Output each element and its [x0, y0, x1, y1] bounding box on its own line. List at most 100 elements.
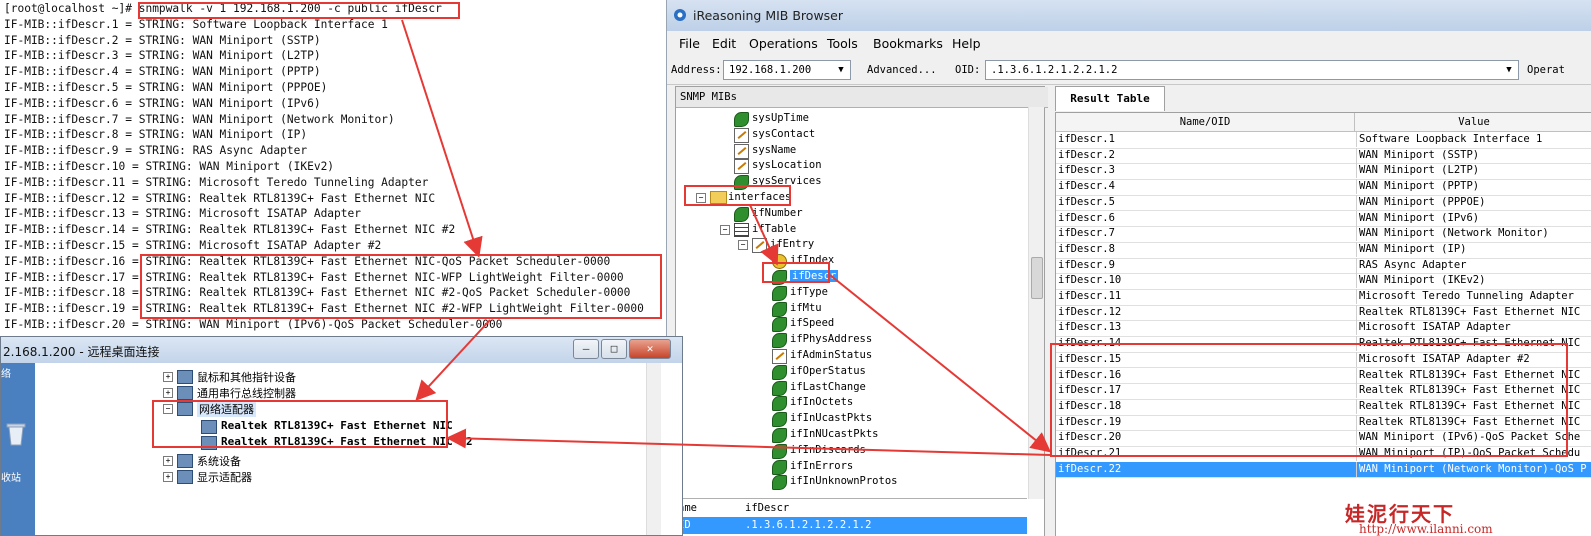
terminal-output-line: IF-MIB::ifDescr.9 = STRING: RAS Async Ad…: [4, 144, 307, 158]
tree-node-ifindex[interactable]: ifIndex: [676, 253, 1026, 270]
device-tree-item[interactable]: + 显示适配器: [141, 469, 641, 484]
minimize-button[interactable]: –: [573, 339, 599, 359]
maximize-button[interactable]: □: [601, 339, 627, 359]
cell-name-oid: ifDescr.1: [1058, 133, 1115, 145]
collapse-toggle-icon[interactable]: −: [738, 240, 748, 251]
table-row[interactable]: ifDescr.8 WAN Miniport (IP): [1056, 241, 1591, 259]
device-tree-item[interactable]: + 通用串行总线控制器: [141, 385, 641, 400]
terminal-output-line: IF-MIB::ifDescr.15 = STRING: Microsoft I…: [4, 239, 381, 253]
tree-node-label: sysLocation: [752, 159, 822, 172]
leaf-icon: [772, 301, 787, 317]
tree-node-ifinunknownprotos[interactable]: ifInUnknownProtos: [676, 474, 1026, 491]
cell-name-oid: ifDescr.4: [1058, 180, 1115, 193]
table-row[interactable]: ifDescr.6 WAN Miniport (IPv6): [1056, 210, 1591, 228]
menu-operations[interactable]: Operations: [749, 36, 818, 51]
tree-node-syscontact[interactable]: sysContact: [676, 127, 1026, 143]
edit-icon: [772, 349, 787, 364]
address-combobox[interactable]: 192.168.1.200 ▼: [723, 60, 851, 80]
tree-node-iftype[interactable]: ifType: [676, 285, 1026, 301]
tree-node-label: ifInDiscards: [790, 443, 866, 456]
recycle-bin-icon[interactable]: [5, 421, 27, 447]
tree-node-ifindiscards[interactable]: ifInDiscards: [676, 443, 1026, 459]
tree-scroll-thumb[interactable]: [1031, 257, 1043, 299]
advanced-button[interactable]: Advanced...: [867, 64, 937, 76]
menu-file[interactable]: File: [679, 36, 700, 51]
table-row[interactable]: ifDescr.1 Software Loopback Interface 1: [1056, 132, 1591, 149]
tree-node-ifmtu[interactable]: ifMtu: [676, 301, 1026, 317]
column-header-value[interactable]: Value: [1355, 113, 1591, 132]
collapse-toggle-icon[interactable]: −: [720, 224, 730, 235]
expand-toggle-icon[interactable]: +: [163, 472, 173, 482]
cell-name-oid: ifDescr.12: [1058, 305, 1122, 318]
table-row[interactable]: ifDescr.13 Microsoft ISATAP Adapter: [1056, 320, 1591, 338]
tree-node-ifinucastpkts[interactable]: ifInUcastPkts: [676, 411, 1026, 428]
device-tree-scrollbar[interactable]: [646, 363, 661, 535]
cell-name-oid: ifDescr.22: [1058, 462, 1122, 475]
chevron-down-icon[interactable]: ▼: [832, 61, 850, 79]
tree-node-ifinerrors[interactable]: ifInErrors: [676, 459, 1026, 475]
expand-toggle-icon[interactable]: +: [163, 456, 173, 466]
tree-node-ifdescr[interactable]: ifDescr: [676, 269, 1026, 285]
chevron-down-icon[interactable]: ▼: [1500, 61, 1518, 79]
table-row[interactable]: ifDescr.22 WAN Miniport (Network Monitor)…: [1056, 461, 1591, 479]
tree-node-syslocation[interactable]: sysLocation: [676, 158, 1026, 175]
tree-node-ifnumber[interactable]: ifNumber: [676, 206, 1026, 222]
column-header-name-oid[interactable]: Name/OID: [1056, 113, 1355, 132]
expand-toggle-icon[interactable]: +: [163, 372, 173, 382]
result-table: Name/OID Value ifDescr.1 Software Loopbac…: [1055, 112, 1591, 536]
tree-node-ifinnucastpkts[interactable]: ifInNUcastPkts: [676, 427, 1026, 443]
tree-node-ifentry[interactable]: − ifEntry: [676, 237, 1026, 254]
props-selected-row[interactable]: ID .1.3.6.1.2.1.2.2.1.2: [675, 517, 1027, 534]
menu-tools[interactable]: Tools: [827, 36, 858, 51]
tree-node-iftable[interactable]: − ifTable: [676, 222, 1026, 237]
device-label: 系统设备: [197, 455, 241, 468]
cell-name-oid: ifDescr.11: [1058, 290, 1122, 302]
table-row[interactable]: ifDescr.7 WAN Miniport (Network Monitor): [1056, 226, 1591, 243]
tree-node-ifadminstatus[interactable]: ifAdminStatus: [676, 348, 1026, 364]
table-row[interactable]: ifDescr.12 Realtek RTL8139C+ Fast Etherne…: [1056, 304, 1591, 322]
tree-node-ifphysaddress[interactable]: ifPhysAddress: [676, 332, 1026, 349]
device-tree-item[interactable]: + 鼠标和其他指针设备: [141, 369, 641, 384]
terminal-line-text: IF-MIB::ifDescr.8 = STRING: WAN Miniport…: [4, 128, 308, 142]
tree-node-label: ifType: [790, 285, 828, 298]
cell-name-oid: ifDescr.6: [1058, 211, 1115, 224]
cell-name-oid: ifDescr.2: [1058, 148, 1115, 161]
table-row[interactable]: ifDescr.11 Microsoft Teredo Tunneling Ada…: [1056, 289, 1591, 306]
tree-node-label: ifAdminStatus: [790, 349, 873, 361]
cell-name-oid: ifDescr.5: [1058, 195, 1115, 208]
tree-node-sysname[interactable]: sysName: [676, 143, 1026, 159]
device-label: 鼠标和其他指针设备: [197, 371, 296, 384]
tree-node-ifinoctets[interactable]: ifInOctets: [676, 395, 1026, 412]
table-row[interactable]: ifDescr.10 WAN Miniport (IKEv2): [1056, 273, 1591, 290]
oid-combobox[interactable]: .1.3.6.1.2.1.2.2.1.2 ▼: [985, 60, 1519, 80]
cell-name-oid: ifDescr.3: [1058, 164, 1115, 177]
tree-node-iflastchange[interactable]: ifLastChange: [676, 380, 1026, 396]
menu-bookmarks[interactable]: Bookmarks: [873, 36, 943, 51]
leaf-icon: [772, 285, 787, 301]
menu-help[interactable]: Help: [952, 36, 981, 51]
table-row[interactable]: ifDescr.2 WAN Miniport (SSTP): [1056, 147, 1591, 165]
highlight-result-rows: [1050, 343, 1568, 457]
device-label: 通用串行总线控制器: [197, 387, 296, 400]
close-button[interactable]: ✕: [629, 339, 671, 359]
tree-node-label: ifLastChange: [790, 380, 866, 393]
desktop-icon-network-label[interactable]: 络: [1, 365, 11, 380]
terminal-line-text: IF-MIB::ifDescr.4 = STRING: WAN Miniport…: [4, 65, 321, 79]
tree-node-ifspeed[interactable]: ifSpeed: [676, 316, 1026, 333]
snmp-mibs-tree-panel: SNMP MIBs sysUpTime sysContact sysName sysL…: [675, 86, 1048, 536]
table-row[interactable]: ifDescr.9 RAS Async Adapter: [1056, 257, 1591, 275]
tree-node-sysuptime[interactable]: sysUpTime: [676, 111, 1026, 127]
menu-edit[interactable]: Edit: [712, 36, 736, 51]
tab-result-table[interactable]: Result Table: [1055, 86, 1165, 111]
table-row[interactable]: ifDescr.5 WAN Miniport (PPPOE): [1056, 194, 1591, 212]
table-row[interactable]: ifDescr.3 WAN Miniport (L2TP): [1056, 163, 1591, 181]
cell-value: WAN Miniport (PPPOE): [1356, 194, 1591, 210]
desktop-icon-recycle-label[interactable]: 收站: [1, 469, 21, 484]
device-tree-item[interactable]: + 系统设备: [141, 453, 641, 468]
table-row[interactable]: ifDescr.4 WAN Miniport (PPTP): [1056, 179, 1591, 196]
expand-toggle-icon[interactable]: +: [163, 388, 173, 398]
tree-node-ifoperstatus[interactable]: ifOperStatus: [676, 364, 1026, 380]
tree-scrollbar[interactable]: [1028, 107, 1044, 499]
cell-value: Microsoft ISATAP Adapter: [1356, 320, 1591, 336]
cell-value: WAN Miniport (IP): [1356, 241, 1591, 257]
